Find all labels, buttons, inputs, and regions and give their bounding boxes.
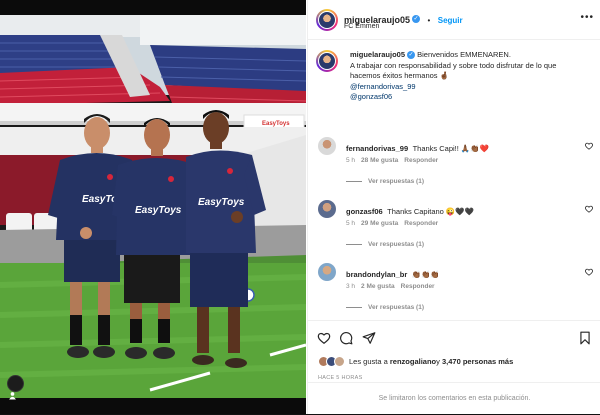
verified-badge-icon: ✓ — [412, 14, 421, 23]
comment-like-heart-icon[interactable] — [585, 205, 593, 213]
comment-meta: 5 h 29 Me gusta Responder — [346, 220, 438, 227]
caption-author-avatar[interactable] — [316, 50, 338, 72]
reply-button[interactable]: Responder — [404, 220, 438, 227]
liker-username[interactable]: renzogaliano — [390, 357, 436, 366]
post-side-panel: miguelaraujo05 ✓ • Seguir FC Emmen ••• mi… — [307, 0, 600, 414]
caption-line-3: hacemos éxitos hermanos 🤞🏾 — [350, 71, 449, 80]
instagram-post-view: EasyToys EasyToys EasyToys EasyToys migu… — [0, 0, 600, 414]
comment-meta: 3 h 2 Me gusta Responder — [346, 283, 435, 290]
comment-meta: 5 h 28 Me gusta Responder — [346, 157, 438, 164]
comment-like-heart-icon[interactable] — [585, 142, 593, 150]
user-tag-icon[interactable] — [7, 375, 24, 400]
comment-text: Thanks Capitano 😜🖤🖤 — [387, 207, 474, 216]
comment-username[interactable]: brandondylan_br — [346, 270, 407, 279]
post-photo[interactable]: EasyToys EasyToys EasyToys EasyToys — [0, 0, 306, 414]
more-options-icon[interactable]: ••• — [580, 12, 594, 23]
share-icon[interactable] — [362, 331, 376, 345]
caption-line-2: A trabajar con responsabilidad y sobre t… — [350, 60, 557, 70]
caption-username[interactable]: miguelaraujo05 — [350, 50, 405, 59]
comment-likes[interactable]: 2 Me gusta — [361, 283, 395, 290]
caption-line-1: Bienvenidos EMMENAREN. — [417, 50, 511, 59]
mention-link[interactable]: @gonzasf06 — [350, 92, 392, 101]
view-replies-button[interactable]: Ver respuestas (1) — [346, 304, 424, 311]
mention-link[interactable]: @fernandorivas_99 — [350, 82, 416, 91]
author-avatar[interactable] — [316, 9, 338, 31]
sponsor-board-text: EasyToys — [262, 121, 290, 127]
comment-username[interactable]: gonzasf06 — [346, 207, 383, 216]
jersey-text-right: EasyToys — [198, 197, 245, 208]
likes-summary: Les gusta a renzogaliano y 3,470 persona… — [318, 356, 513, 367]
liker-avatars — [318, 356, 345, 367]
comment-item: brandondylan_br 👏🏾👏🏾👏🏾 — [346, 264, 566, 282]
post-header: miguelaraujo05 ✓ • Seguir FC Emmen ••• — [308, 0, 600, 40]
jersey-text-middle: EasyToys — [135, 205, 182, 216]
comments-limited-notice: Se limitaron los comentarios en esta pub… — [308, 382, 600, 414]
comment-time: 3 h — [346, 283, 356, 290]
view-replies-button[interactable]: Ver respuestas (1) — [346, 241, 424, 248]
comment-likes[interactable]: 29 Me gusta — [361, 220, 398, 227]
post-actions-bar: Les gusta a renzogaliano y 3,470 persona… — [308, 320, 600, 381]
commenter-avatar[interactable] — [318, 263, 336, 281]
comment-item: gonzasf06 Thanks Capitano 😜🖤🖤 — [346, 201, 566, 219]
comment-like-heart-icon[interactable] — [585, 268, 593, 276]
comment-likes[interactable]: 28 Me gusta — [361, 157, 398, 164]
commenter-avatar[interactable] — [318, 200, 336, 218]
reply-button[interactable]: Responder — [401, 283, 435, 290]
post-caption: miguelaraujo05 ✓ Bienvenidos EMMENAREN. A… — [350, 50, 590, 103]
view-replies-button[interactable]: Ver respuestas (1) — [346, 178, 424, 185]
commenter-avatar[interactable] — [318, 137, 336, 155]
post-location[interactable]: FC Emmen — [344, 23, 379, 30]
comment-username[interactable]: fernandorivas_99 — [346, 144, 408, 153]
comment-icon[interactable] — [339, 331, 353, 345]
comment-time: 5 h — [346, 220, 356, 227]
likes-count[interactable]: 3,470 personas más — [442, 357, 513, 366]
post-timestamp[interactable]: HACE 5 HORAS — [318, 375, 363, 381]
follow-button[interactable]: Seguir — [438, 16, 463, 25]
comment-item: fernandorivas_99 Thanks Capi!! 🙏🏾👏🏾❤️ — [346, 138, 566, 156]
stadium-photo: EasyToys EasyToys EasyToys EasyToys — [0, 15, 306, 398]
bookmark-icon[interactable] — [578, 331, 592, 345]
reply-button[interactable]: Responder — [404, 157, 438, 164]
verified-badge-icon: ✓ — [407, 51, 416, 60]
comment-text: 👏🏾👏🏾👏🏾 — [411, 270, 440, 279]
heart-icon[interactable] — [317, 331, 331, 345]
comments-section: miguelaraujo05 ✓ Bienvenidos EMMENAREN. A… — [308, 41, 600, 319]
comment-text: Thanks Capi!! 🙏🏾👏🏾❤️ — [412, 144, 489, 153]
comment-time: 5 h — [346, 157, 356, 164]
